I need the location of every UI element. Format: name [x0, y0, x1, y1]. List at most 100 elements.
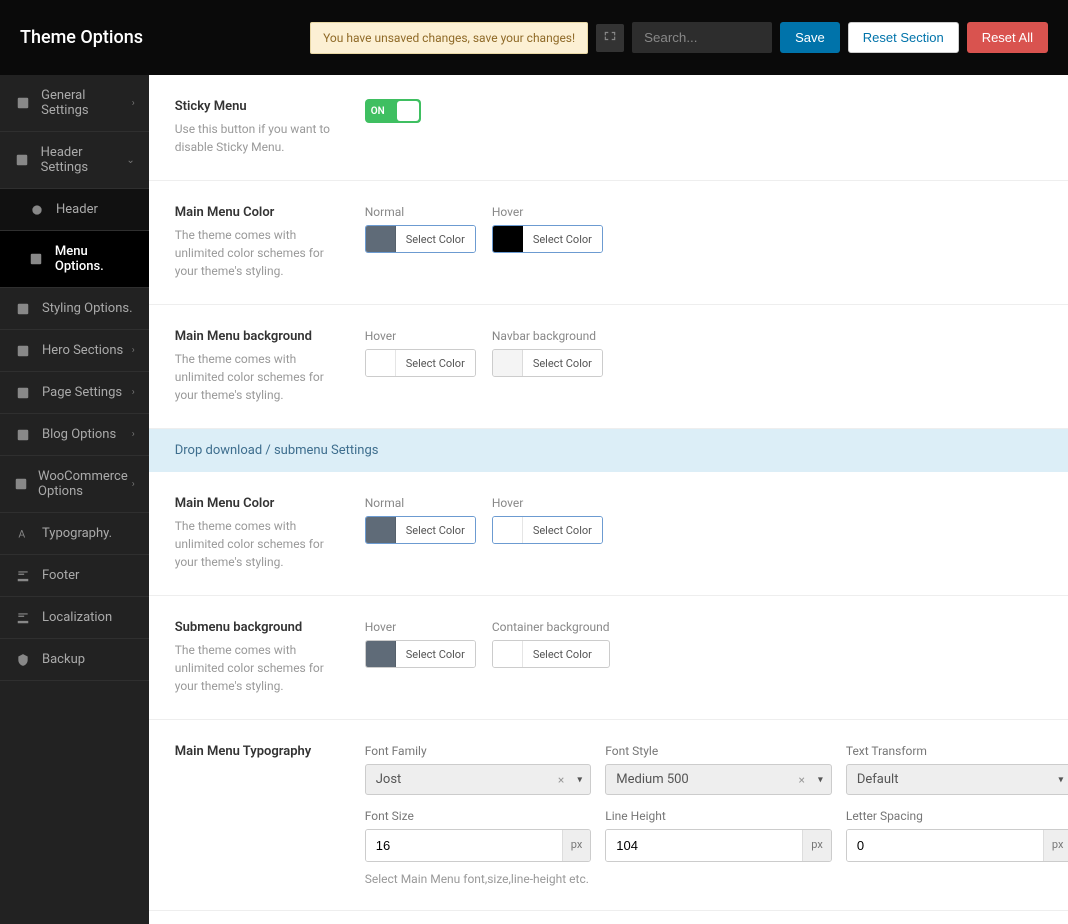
chevron-right-icon: ›	[132, 387, 135, 398]
sidebar-item-page[interactable]: Page Settings ›	[0, 372, 149, 414]
save-button[interactable]: Save	[780, 22, 840, 53]
typography-icon: A	[14, 527, 32, 541]
sidebar-item-woocommerce[interactable]: WooCommerce Options ›	[0, 456, 149, 513]
typography-desc: Select Main Menu font,size,line-height e…	[365, 872, 1068, 886]
select-color-button[interactable]: Select Color	[523, 350, 602, 376]
color-picker-hover[interactable]: Select Color	[365, 349, 476, 377]
letter-spacing-input[interactable]: px	[846, 829, 1068, 862]
color-picker-hover[interactable]: Select Color	[365, 640, 476, 668]
sidebar-item-label: Styling Options.	[42, 301, 133, 316]
sidebar-item-label: Typography.	[42, 526, 112, 541]
chevron-right-icon: ›	[132, 429, 135, 440]
chevron-right-icon: ›	[132, 345, 135, 356]
text-transform-label: Text Transform	[846, 744, 1068, 758]
text-transform-select[interactable]: Default ▾	[846, 764, 1068, 795]
expand-icon	[603, 29, 617, 47]
unit-label: px	[1043, 830, 1068, 861]
color-swatch	[366, 226, 396, 252]
font-style-value: Medium 500	[616, 772, 688, 787]
section-main-menu-background: Main Menu background The theme comes wit…	[149, 305, 1068, 429]
header-icon	[14, 153, 31, 167]
color-swatch	[493, 226, 523, 252]
font-style-select[interactable]: Medium 500 × ▾	[605, 764, 832, 795]
sidebar-item-hero[interactable]: Hero Sections ›	[0, 330, 149, 372]
select-color-button[interactable]: Select Color	[523, 517, 602, 543]
clear-icon[interactable]: ×	[798, 773, 804, 787]
sidebar-item-footer[interactable]: Footer	[0, 555, 149, 597]
color-picker-normal[interactable]: Select Color	[365, 516, 476, 544]
sidebar-item-localization[interactable]: Localization	[0, 597, 149, 639]
section-desc: The theme comes with unlimited color sch…	[175, 641, 335, 695]
clear-icon[interactable]: ×	[558, 773, 564, 787]
sidebar-item-menu-options[interactable]: Menu Options.	[0, 231, 149, 288]
letter-spacing-value[interactable]	[847, 830, 1043, 861]
section-title: Main Menu Color	[175, 205, 335, 220]
color-picker-hover[interactable]: Select Color	[492, 225, 603, 253]
styling-icon	[14, 302, 32, 316]
page-icon	[14, 386, 32, 400]
sidebar-item-typography[interactable]: A Typography.	[0, 513, 149, 555]
font-size-input[interactable]: px	[365, 829, 592, 862]
field-label-container: Container background	[492, 620, 610, 634]
select-color-button[interactable]: Select Color	[396, 226, 475, 252]
sidebar-item-backup[interactable]: Backup	[0, 639, 149, 681]
sticky-menu-toggle[interactable]: ON	[365, 99, 421, 123]
select-color-button[interactable]: Select Color	[523, 226, 602, 252]
color-swatch	[493, 641, 523, 667]
sidebar-item-header[interactable]: Header	[0, 189, 149, 231]
color-picker-navbar[interactable]: Select Color	[492, 349, 603, 377]
hero-icon	[14, 344, 32, 358]
select-color-button[interactable]: Select Color	[396, 641, 475, 667]
svg-text:A: A	[18, 527, 25, 540]
sidebar-item-styling[interactable]: Styling Options.	[0, 288, 149, 330]
line-height-input[interactable]: px	[605, 829, 832, 862]
section-typography: Main Menu Typography Font Family Jost × …	[149, 720, 1068, 911]
sidebar-item-label: Header Settings	[41, 145, 127, 175]
unit-label: px	[802, 830, 831, 861]
field-label-hover: Hover	[492, 205, 603, 219]
blog-icon	[14, 428, 32, 442]
section-title: Main Menu Color	[175, 496, 335, 511]
color-picker-container[interactable]: Select Color	[492, 640, 610, 668]
chevron-down-icon: ⌄	[126, 155, 134, 166]
line-height-label: Line Height	[605, 809, 832, 823]
field-label-navbar: Navbar background	[492, 329, 603, 343]
font-family-select[interactable]: Jost × ▾	[365, 764, 592, 795]
section-submenu-color: Main Menu Color The theme comes with unl…	[149, 472, 1068, 596]
chevron-down-icon: ▾	[1058, 774, 1063, 785]
search-input[interactable]	[632, 22, 772, 53]
chevron-right-icon: ›	[132, 479, 135, 490]
color-picker-normal[interactable]: Select Color	[365, 225, 476, 253]
section-desc: The theme comes with unlimited color sch…	[175, 226, 335, 280]
expand-button[interactable]	[596, 24, 624, 52]
reset-section-button[interactable]: Reset Section	[848, 22, 959, 53]
sidebar-item-label: Hero Sections	[42, 343, 123, 358]
section-sticky-menu: Sticky Menu Use this button if you want …	[149, 75, 1068, 181]
menu-icon	[28, 252, 45, 266]
select-color-button[interactable]: Select Color	[396, 517, 475, 543]
color-picker-hover[interactable]: Select Color	[492, 516, 603, 544]
content: Sticky Menu Use this button if you want …	[149, 75, 1068, 924]
sidebar-item-general-settings[interactable]: General Settings ›	[0, 75, 149, 132]
color-swatch	[493, 350, 523, 376]
section-title: Main Menu Typography	[175, 744, 335, 759]
section-title: Sticky Menu	[175, 99, 335, 114]
sidebar-item-blog[interactable]: Blog Options ›	[0, 414, 149, 456]
reset-all-button[interactable]: Reset All	[967, 22, 1048, 53]
select-color-button[interactable]: Select Color	[523, 641, 602, 667]
chevron-right-icon: ›	[132, 98, 135, 109]
select-color-button[interactable]: Select Color	[396, 350, 475, 376]
sidebar-item-label: Menu Options.	[55, 244, 135, 274]
color-swatch	[366, 641, 396, 667]
field-label-normal: Normal	[365, 205, 476, 219]
sidebar: General Settings › Header Settings ⌄ Hea…	[0, 75, 149, 924]
section-desc: The theme comes with unlimited color sch…	[175, 350, 335, 404]
sidebar-item-label: WooCommerce Options	[38, 469, 132, 499]
sidebar-item-header-settings[interactable]: Header Settings ⌄	[0, 132, 149, 189]
section-title: Main Menu background	[175, 329, 335, 344]
settings-icon	[14, 96, 31, 110]
toggle-knob	[397, 101, 419, 121]
line-height-value[interactable]	[606, 830, 802, 861]
font-size-value[interactable]	[366, 830, 562, 861]
section-submenu-background: Submenu background The theme comes with …	[149, 596, 1068, 720]
